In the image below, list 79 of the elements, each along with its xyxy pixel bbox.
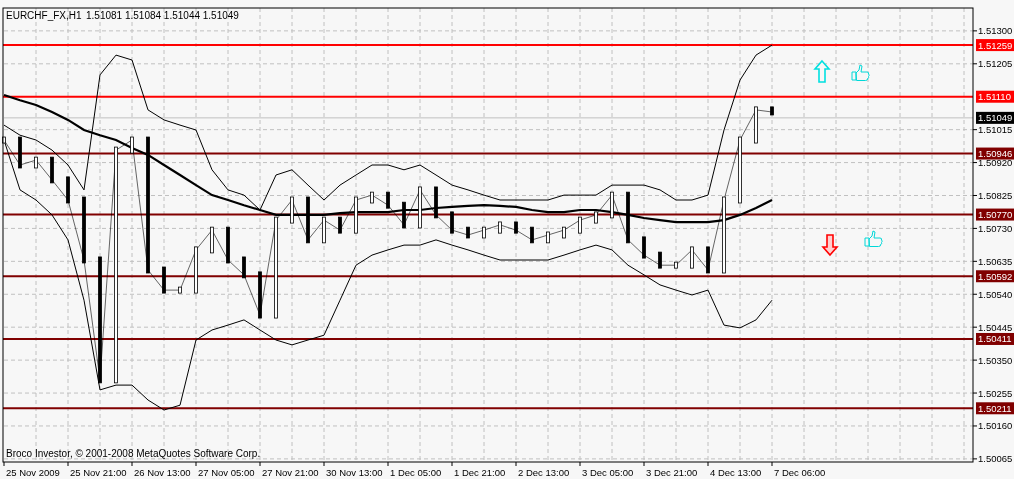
price-axis-label: 1.50920 bbox=[978, 157, 1013, 169]
candle bbox=[258, 271, 262, 319]
candle bbox=[162, 266, 166, 294]
candle bbox=[322, 216, 326, 244]
candle bbox=[610, 191, 614, 219]
time-axis-label: 26 Nov 13:00 bbox=[134, 467, 191, 478]
price-axis-label: 1.50255 bbox=[978, 387, 1013, 399]
up-arrow-icon bbox=[813, 59, 831, 83]
candle bbox=[674, 261, 678, 269]
candle bbox=[290, 196, 294, 224]
copyright-text: Broco Investor, © 2001-2008 MetaQuotes Software Corp. bbox=[6, 448, 261, 459]
candle bbox=[690, 246, 694, 269]
time-axis-label: 30 Nov 13:00 bbox=[326, 467, 383, 478]
level-price-tag: 1.50211 bbox=[976, 402, 1014, 415]
candle bbox=[306, 196, 310, 244]
price-axis-label: 1.50730 bbox=[978, 222, 1013, 234]
price-axis-label: 1.50160 bbox=[978, 420, 1013, 432]
candle bbox=[34, 156, 38, 169]
candle bbox=[770, 106, 774, 116]
price-axis-label: 1.50065 bbox=[978, 453, 1013, 465]
time-axis-label: 1 Dec 21:00 bbox=[454, 467, 506, 478]
candle bbox=[194, 246, 198, 294]
chart-title: EURCHF_FX,H1 bbox=[6, 10, 82, 21]
candle bbox=[66, 176, 70, 204]
thumbs-up-icon bbox=[851, 64, 870, 81]
candle bbox=[178, 286, 182, 294]
price-axis-label: 1.50350 bbox=[978, 354, 1013, 366]
candle bbox=[466, 226, 470, 239]
candle bbox=[642, 236, 646, 259]
price-axis-label: 1.50445 bbox=[978, 321, 1013, 333]
candle bbox=[370, 191, 374, 204]
candle bbox=[130, 136, 134, 154]
candle bbox=[386, 191, 390, 209]
candle bbox=[578, 216, 582, 234]
price-axis-label: 1.50825 bbox=[978, 190, 1013, 201]
price-axis-label: 1.50635 bbox=[978, 255, 1013, 267]
time-axis-label: 2 Dec 13:00 bbox=[518, 467, 570, 478]
time-axis-label: 7 Dec 06:00 bbox=[774, 467, 826, 478]
candle bbox=[450, 211, 454, 234]
time-axis-label: 3 Dec 21:00 bbox=[646, 467, 698, 478]
time-axis-label: 27 Nov 21:00 bbox=[262, 467, 319, 478]
level-price-tag: 1.51259 bbox=[976, 39, 1014, 52]
price-axis-label: 1.51205 bbox=[978, 58, 1013, 70]
time-axis-label: 4 Dec 13:00 bbox=[710, 467, 762, 478]
candle bbox=[626, 191, 630, 244]
candle bbox=[498, 221, 502, 234]
candle bbox=[338, 216, 342, 234]
ohlc-values: 1.51081 1.51084 1.51044 1.51049 bbox=[86, 10, 239, 21]
time-axis-label: 27 Nov 05:00 bbox=[198, 467, 255, 478]
thumbs-up-icon bbox=[864, 230, 883, 247]
time-axis-label: 1 Dec 05:00 bbox=[390, 467, 442, 478]
candle bbox=[402, 201, 406, 229]
candle bbox=[242, 256, 246, 279]
candle bbox=[754, 106, 758, 144]
candle bbox=[418, 186, 422, 229]
candle bbox=[82, 196, 86, 264]
candle bbox=[226, 226, 230, 264]
candle bbox=[434, 186, 438, 219]
time-axis-label: 25 Nov 2009 bbox=[6, 467, 60, 478]
candle bbox=[514, 221, 518, 234]
price-axis-label: 1.51300 bbox=[978, 25, 1013, 37]
price-axis-label: 1.51015 bbox=[978, 124, 1013, 136]
candle bbox=[738, 136, 742, 204]
time-axis-label: 3 Dec 05:00 bbox=[582, 467, 634, 478]
candle bbox=[50, 156, 54, 184]
level-price-tag: 1.50592 bbox=[976, 270, 1014, 283]
candle bbox=[706, 246, 710, 274]
down-arrow-icon bbox=[821, 234, 839, 257]
candle bbox=[18, 136, 22, 169]
candle bbox=[546, 231, 550, 244]
candle bbox=[594, 211, 598, 224]
price-axis-label: 1.50540 bbox=[978, 288, 1013, 300]
candle bbox=[210, 226, 214, 254]
candle bbox=[658, 251, 662, 269]
candle bbox=[354, 196, 358, 234]
candle bbox=[530, 226, 534, 244]
time-axis-label: 25 Nov 21:00 bbox=[70, 467, 127, 478]
candle bbox=[562, 226, 566, 239]
candle bbox=[482, 226, 486, 239]
